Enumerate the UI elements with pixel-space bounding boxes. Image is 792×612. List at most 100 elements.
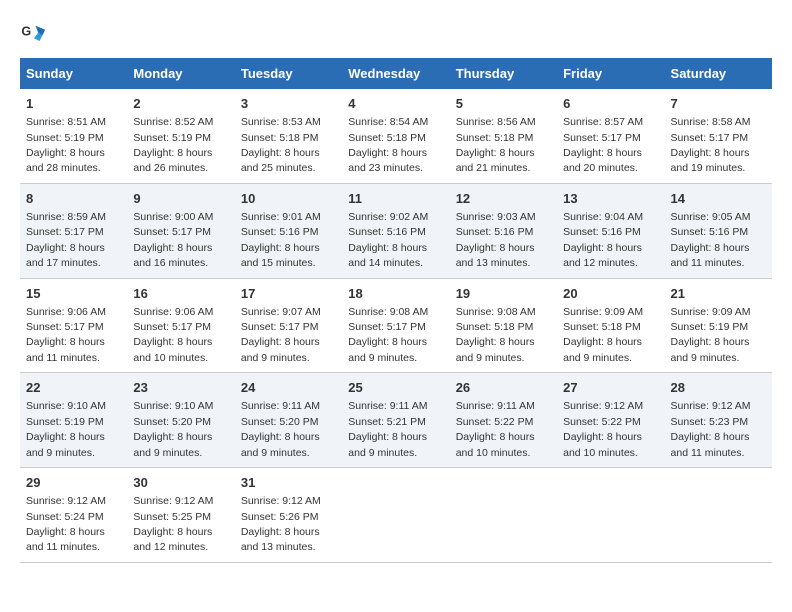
sunrise-text: Sunrise: 9:11 AM <box>241 400 320 412</box>
sunset-text: Sunset: 5:23 PM <box>671 416 749 428</box>
calendar-cell <box>450 468 557 563</box>
sunset-text: Sunset: 5:16 PM <box>348 226 426 238</box>
logo: G <box>20 20 52 48</box>
day-number: 14 <box>671 190 766 208</box>
sunset-text: Sunset: 5:18 PM <box>348 132 426 144</box>
daylight-text: Daylight: 8 hours and 11 minutes. <box>671 242 750 269</box>
header-day: Monday <box>127 58 234 89</box>
sunrise-text: Sunrise: 9:00 AM <box>133 211 213 223</box>
day-number: 25 <box>348 379 443 397</box>
sunset-text: Sunset: 5:20 PM <box>133 416 211 428</box>
daylight-text: Daylight: 8 hours and 25 minutes. <box>241 147 320 174</box>
calendar-week-row: 1Sunrise: 8:51 AMSunset: 5:19 PMDaylight… <box>20 89 772 183</box>
day-number: 18 <box>348 285 443 303</box>
daylight-text: Daylight: 8 hours and 15 minutes. <box>241 242 320 269</box>
calendar-cell: 28Sunrise: 9:12 AMSunset: 5:23 PMDayligh… <box>665 373 772 468</box>
daylight-text: Daylight: 8 hours and 9 minutes. <box>241 431 320 458</box>
calendar-cell: 14Sunrise: 9:05 AMSunset: 5:16 PMDayligh… <box>665 183 772 278</box>
sunrise-text: Sunrise: 9:12 AM <box>133 495 213 507</box>
sunset-text: Sunset: 5:17 PM <box>348 321 426 333</box>
sunrise-text: Sunrise: 9:12 AM <box>241 495 321 507</box>
sunrise-text: Sunrise: 9:02 AM <box>348 211 428 223</box>
calendar-cell: 20Sunrise: 9:09 AMSunset: 5:18 PMDayligh… <box>557 278 664 373</box>
calendar-cell: 31Sunrise: 9:12 AMSunset: 5:26 PMDayligh… <box>235 468 342 563</box>
calendar-cell: 7Sunrise: 8:58 AMSunset: 5:17 PMDaylight… <box>665 89 772 183</box>
sunset-text: Sunset: 5:17 PM <box>26 226 104 238</box>
daylight-text: Daylight: 8 hours and 28 minutes. <box>26 147 105 174</box>
calendar-cell: 5Sunrise: 8:56 AMSunset: 5:18 PMDaylight… <box>450 89 557 183</box>
calendar-cell: 16Sunrise: 9:06 AMSunset: 5:17 PMDayligh… <box>127 278 234 373</box>
sunset-text: Sunset: 5:19 PM <box>26 416 104 428</box>
calendar-cell <box>665 468 772 563</box>
daylight-text: Daylight: 8 hours and 11 minutes. <box>26 526 105 553</box>
calendar-cell: 11Sunrise: 9:02 AMSunset: 5:16 PMDayligh… <box>342 183 449 278</box>
day-number: 31 <box>241 474 336 492</box>
daylight-text: Daylight: 8 hours and 9 minutes. <box>348 336 427 363</box>
daylight-text: Daylight: 8 hours and 17 minutes. <box>26 242 105 269</box>
sunrise-text: Sunrise: 9:10 AM <box>26 400 106 412</box>
sunset-text: Sunset: 5:20 PM <box>241 416 319 428</box>
calendar-week-row: 15 Sunrise: 9:06 AM Sunset: 5:17 PM Dayligh… <box>20 278 772 373</box>
sunset-text: Sunset: 5:26 PM <box>241 511 319 523</box>
sunrise-text: Sunrise: 8:52 AM <box>133 116 213 128</box>
daylight-text: Daylight: 8 hours and 9 minutes. <box>563 336 642 363</box>
day-number: 30 <box>133 474 228 492</box>
daylight-text: Daylight: 8 hours and 9 minutes. <box>241 336 320 363</box>
sunrise-text: Sunrise: 9:11 AM <box>456 400 535 412</box>
calendar-week-row: 22 Sunrise: 9:10 AM Sunset: 5:19 PM Dayligh… <box>20 373 772 468</box>
sunset-text: Sunset: 5:16 PM <box>671 226 749 238</box>
sunrise-text: Sunrise: 9:10 AM <box>133 400 213 412</box>
sunset-text: Sunset: 5:22 PM <box>456 416 534 428</box>
sunrise-text: Sunrise: 8:57 AM <box>563 116 643 128</box>
header-day: Sunday <box>20 58 127 89</box>
day-number: 20 <box>563 285 658 303</box>
day-number: 7 <box>671 95 766 113</box>
day-number: 21 <box>671 285 766 303</box>
sunset-text: Sunset: 5:17 PM <box>133 321 211 333</box>
day-number: 10 <box>241 190 336 208</box>
calendar-cell: 26Sunrise: 9:11 AMSunset: 5:22 PMDayligh… <box>450 373 557 468</box>
calendar-body: 1Sunrise: 8:51 AMSunset: 5:19 PMDaylight… <box>20 89 772 562</box>
daylight-text: Daylight: 8 hours and 12 minutes. <box>133 526 212 553</box>
daylight-text: Daylight: 8 hours and 9 minutes. <box>348 431 427 458</box>
day-number: 9 <box>133 190 228 208</box>
daylight-text: Daylight: 8 hours and 12 minutes. <box>563 242 642 269</box>
sunrise-text: Sunrise: 8:54 AM <box>348 116 428 128</box>
daylight-text: Daylight: 8 hours and 16 minutes. <box>133 242 212 269</box>
calendar-cell: 12Sunrise: 9:03 AMSunset: 5:16 PMDayligh… <box>450 183 557 278</box>
header-row: SundayMondayTuesdayWednesdayThursdayFrid… <box>20 58 772 89</box>
calendar-cell: 6Sunrise: 8:57 AMSunset: 5:17 PMDaylight… <box>557 89 664 183</box>
sunset-text: Sunset: 5:16 PM <box>241 226 319 238</box>
sunset-text: Sunset: 5:22 PM <box>563 416 641 428</box>
header-day: Tuesday <box>235 58 342 89</box>
daylight-text: Daylight: 8 hours and 10 minutes. <box>133 336 212 363</box>
sunset-text: Sunset: 5:19 PM <box>26 132 104 144</box>
sunset-text: Sunset: 5:19 PM <box>671 321 749 333</box>
calendar-cell: 21Sunrise: 9:09 AMSunset: 5:19 PMDayligh… <box>665 278 772 373</box>
header-day: Thursday <box>450 58 557 89</box>
sunset-text: Sunset: 5:17 PM <box>563 132 641 144</box>
sunrise-text: Sunrise: 9:07 AM <box>241 306 321 318</box>
calendar-cell: 25Sunrise: 9:11 AMSunset: 5:21 PMDayligh… <box>342 373 449 468</box>
page-header: G <box>20 20 772 48</box>
day-number: 22 <box>26 379 121 397</box>
day-number: 13 <box>563 190 658 208</box>
day-number: 15 <box>26 285 121 303</box>
daylight-text: Daylight: 8 hours and 10 minutes. <box>563 431 642 458</box>
day-number: 12 <box>456 190 551 208</box>
sunset-text: Sunset: 5:24 PM <box>26 511 104 523</box>
daylight-text: Daylight: 8 hours and 23 minutes. <box>348 147 427 174</box>
sunset-text: Sunset: 5:25 PM <box>133 511 211 523</box>
calendar-week-row: 29Sunrise: 9:12 AMSunset: 5:24 PMDayligh… <box>20 468 772 563</box>
calendar-cell <box>557 468 664 563</box>
sunrise-text: Sunrise: 9:06 AM <box>26 306 106 318</box>
daylight-text: Daylight: 8 hours and 9 minutes. <box>456 336 535 363</box>
sunset-text: Sunset: 5:18 PM <box>456 321 534 333</box>
sunrise-text: Sunrise: 9:12 AM <box>563 400 643 412</box>
daylight-text: Daylight: 8 hours and 14 minutes. <box>348 242 427 269</box>
calendar-cell: 4Sunrise: 8:54 AMSunset: 5:18 PMDaylight… <box>342 89 449 183</box>
sunset-text: Sunset: 5:21 PM <box>348 416 426 428</box>
sunset-text: Sunset: 5:17 PM <box>671 132 749 144</box>
calendar-cell: 17Sunrise: 9:07 AMSunset: 5:17 PMDayligh… <box>235 278 342 373</box>
sunrise-text: Sunrise: 8:58 AM <box>671 116 751 128</box>
